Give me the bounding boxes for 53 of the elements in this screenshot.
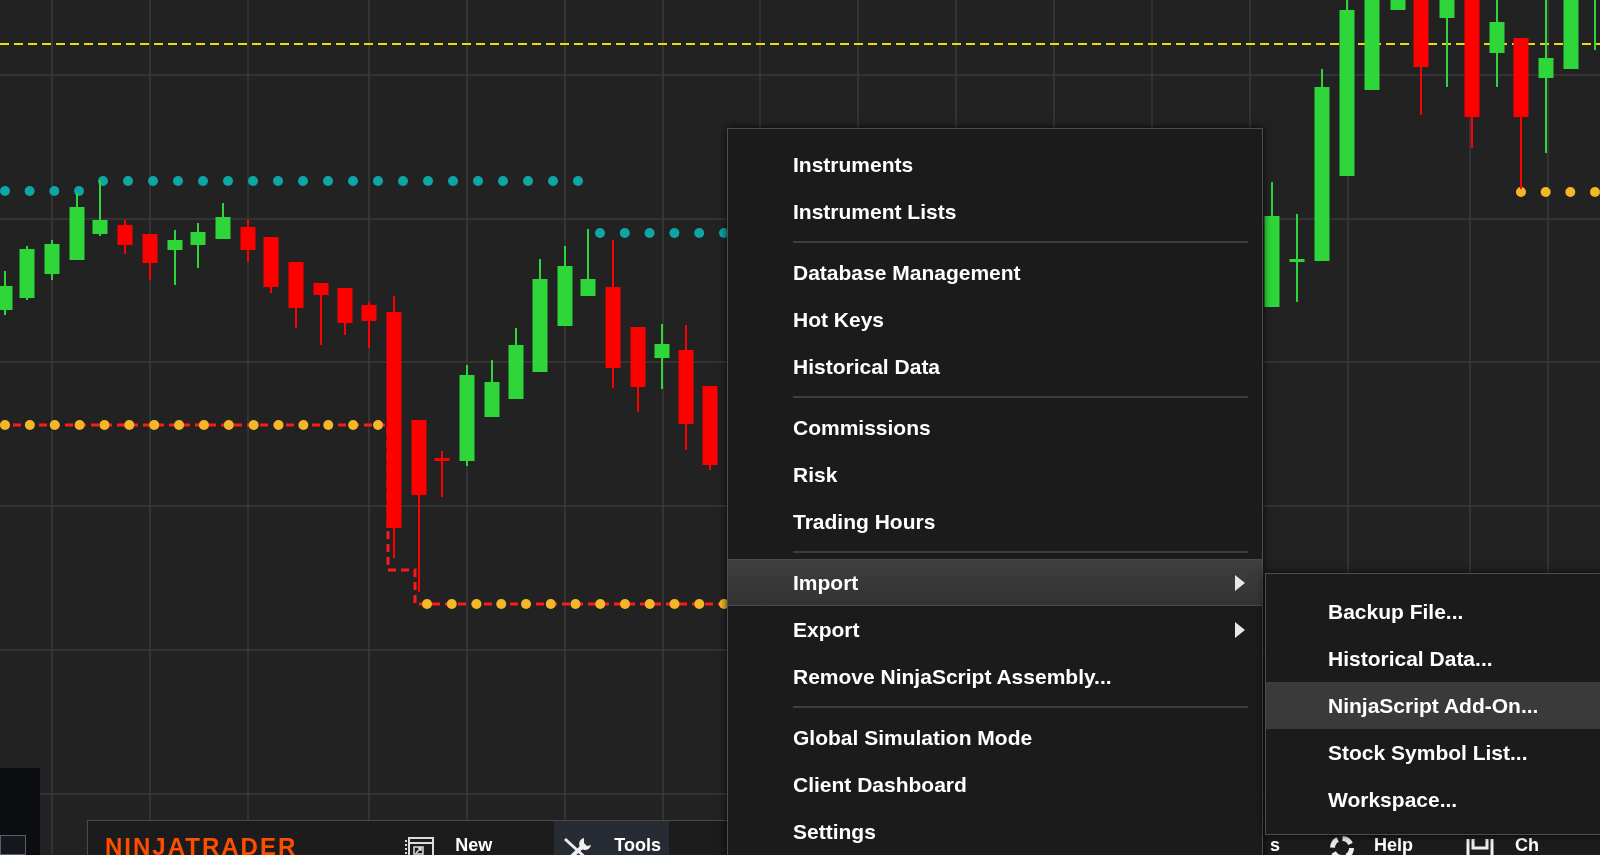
- save-icon: [1464, 836, 1495, 855]
- candlestick: [69, 192, 85, 261]
- submenu-arrow-icon: [1234, 620, 1246, 639]
- menu-item[interactable]: Import: [728, 559, 1262, 606]
- menu-item[interactable]: Historical Data: [728, 343, 1262, 390]
- candlestick: [654, 323, 670, 390]
- candlestick: [142, 233, 158, 281]
- candlestick: [434, 450, 450, 498]
- submenu-item[interactable]: Workspace...: [1266, 776, 1600, 823]
- menu-item[interactable]: Database Management: [728, 249, 1262, 296]
- candlestick: [1594, 0, 1596, 51]
- menu-item[interactable]: Remove NinjaScript Assembly...: [728, 653, 1262, 700]
- candlestick: [167, 229, 183, 286]
- menu-item[interactable]: Hot Keys: [728, 296, 1262, 343]
- candlestick: [44, 239, 60, 281]
- candlestick: [215, 202, 231, 240]
- toolbar-button[interactable]: New: [397, 821, 501, 855]
- candlestick: [190, 222, 206, 269]
- submenu-item[interactable]: Historical Data...: [1266, 635, 1600, 682]
- menu-item[interactable]: Global Simulation Mode: [728, 714, 1262, 761]
- candlestick: [580, 228, 596, 297]
- menu-item[interactable]: Commissions: [728, 404, 1262, 451]
- candlestick: [1390, 0, 1406, 11]
- menu-item[interactable]: Risk: [728, 451, 1262, 498]
- menu-item[interactable]: Trading Hours: [728, 498, 1262, 545]
- candlestick: [313, 282, 329, 346]
- menu-item[interactable]: Export: [728, 606, 1262, 653]
- logo-text: NINJATRADER: [105, 835, 298, 855]
- candlestick: [19, 245, 35, 301]
- candlestick: [361, 301, 377, 349]
- lifebuoy-icon: [1329, 836, 1354, 855]
- panel-tab[interactable]: [0, 835, 26, 855]
- menu-item[interactable]: Instruments: [728, 141, 1262, 188]
- menu-item[interactable]: Client Dashboard: [728, 761, 1262, 808]
- submenu-arrow-icon: [1234, 573, 1246, 592]
- candlestick: [263, 236, 279, 294]
- toolbar-button[interactable]: Ch: [1456, 821, 1547, 855]
- submenu-item[interactable]: NinjaScript Add-On...: [1266, 682, 1600, 729]
- candlestick: [0, 270, 13, 316]
- new-window-icon: [405, 836, 436, 855]
- candlestick: [1563, 0, 1579, 70]
- submenu-item[interactable]: Stock Symbol List...: [1266, 729, 1600, 776]
- candlestick: [288, 261, 304, 329]
- submenu-item[interactable]: Backup File...: [1266, 588, 1600, 635]
- candlestick: [240, 219, 256, 263]
- menu-item[interactable]: Settings: [728, 808, 1262, 855]
- toolbar-button[interactable]: Tools: [554, 821, 669, 855]
- candlestick: [484, 359, 500, 418]
- menu-item[interactable]: Instrument Lists: [728, 188, 1262, 235]
- candlestick: [337, 287, 353, 336]
- toolbar-button[interactable]: Help: [1321, 821, 1421, 855]
- candlestick: [117, 219, 133, 255]
- candlestick: [92, 179, 108, 237]
